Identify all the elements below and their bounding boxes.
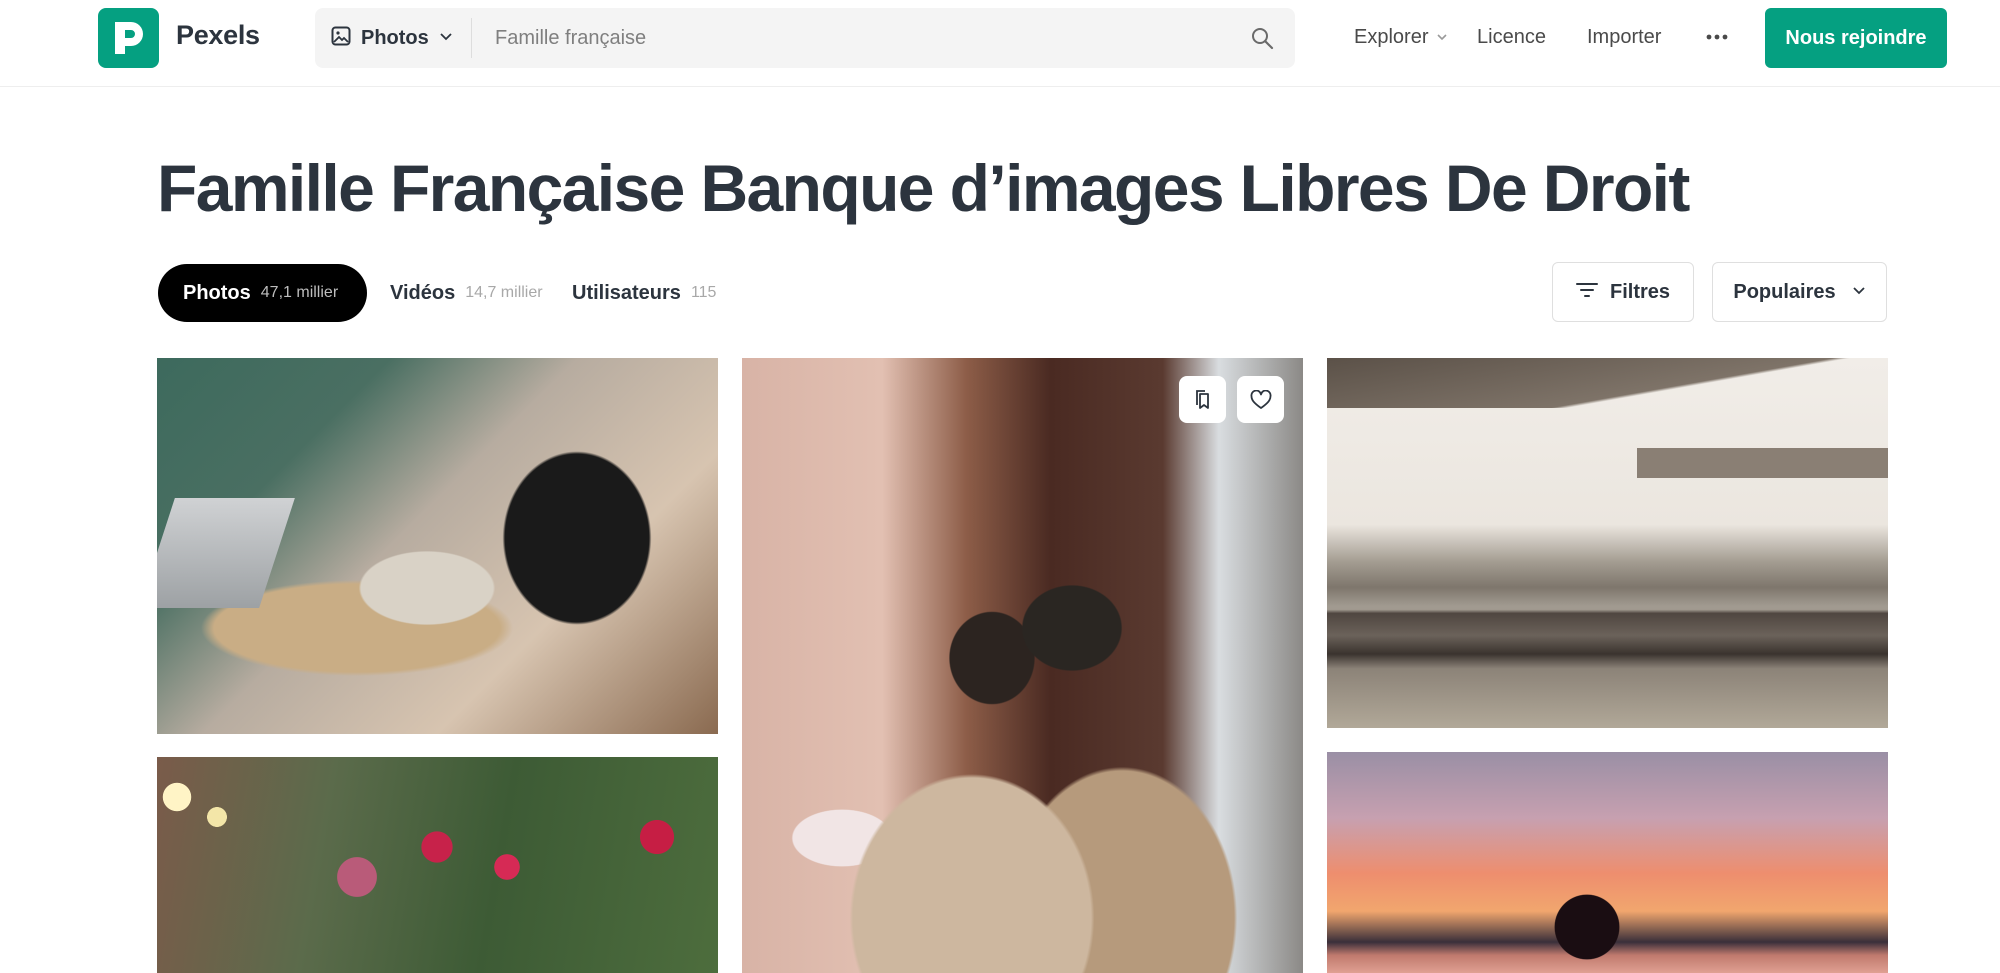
tab-label: Utilisateurs xyxy=(572,281,681,304)
photo-card[interactable] xyxy=(1327,752,1888,973)
page-title: Famille Française Banque d’images Libres… xyxy=(157,151,1690,225)
chevron-down-icon xyxy=(1436,26,1448,49)
nav-licence-link[interactable]: Licence xyxy=(1477,26,1546,49)
search-bar: Photos xyxy=(315,8,1295,68)
collection-bookmark-icon[interactable] xyxy=(1179,376,1226,423)
search-type-dropdown[interactable]: Photos xyxy=(315,8,471,68)
heart-icon[interactable] xyxy=(1237,376,1284,423)
nav-explore-dropdown[interactable]: Explorer xyxy=(1354,26,1448,49)
tab-users[interactable]: Utilisateurs 115 xyxy=(572,264,716,322)
logo-text[interactable]: Pexels xyxy=(176,20,260,51)
sort-dropdown[interactable]: Populaires xyxy=(1712,262,1887,322)
tab-videos[interactable]: Vidéos 14,7 millier xyxy=(390,264,543,322)
tab-count: 47,1 millier xyxy=(260,284,339,301)
search-icon[interactable] xyxy=(1247,23,1277,53)
search-type-label: Photos xyxy=(361,26,429,49)
join-button[interactable]: Nous rejoindre xyxy=(1765,8,1947,68)
nav-import-link[interactable]: Importer xyxy=(1587,26,1661,49)
photo-card[interactable] xyxy=(1327,358,1888,728)
filters-button[interactable]: Filtres xyxy=(1552,262,1694,322)
image-icon xyxy=(331,26,351,51)
tab-count: 115 xyxy=(690,284,717,301)
pexels-logo-icon[interactable] xyxy=(98,8,159,68)
photo-card[interactable] xyxy=(742,358,1303,973)
chevron-down-icon xyxy=(1852,283,1866,302)
tab-photos[interactable]: Photos 47,1 millier xyxy=(158,264,367,322)
filters-label: Filtres xyxy=(1609,280,1671,303)
photo-card[interactable] xyxy=(157,757,718,973)
more-horizontal-icon[interactable] xyxy=(1704,24,1730,50)
search-input[interactable] xyxy=(495,18,1195,58)
filter-lines-icon xyxy=(1575,282,1598,303)
tab-label: Vidéos xyxy=(390,281,456,304)
sort-label: Populaires xyxy=(1733,280,1836,303)
search-divider xyxy=(471,18,472,58)
tab-label: Photos xyxy=(183,281,251,304)
photo-card[interactable] xyxy=(157,358,718,734)
nav-explore-label: Explorer xyxy=(1354,26,1429,48)
chevron-down-icon xyxy=(439,29,453,48)
top-navigation-bar: Pexels Photos Explorer Licence Importer … xyxy=(0,0,2000,87)
tab-count: 14,7 millier xyxy=(465,284,543,301)
